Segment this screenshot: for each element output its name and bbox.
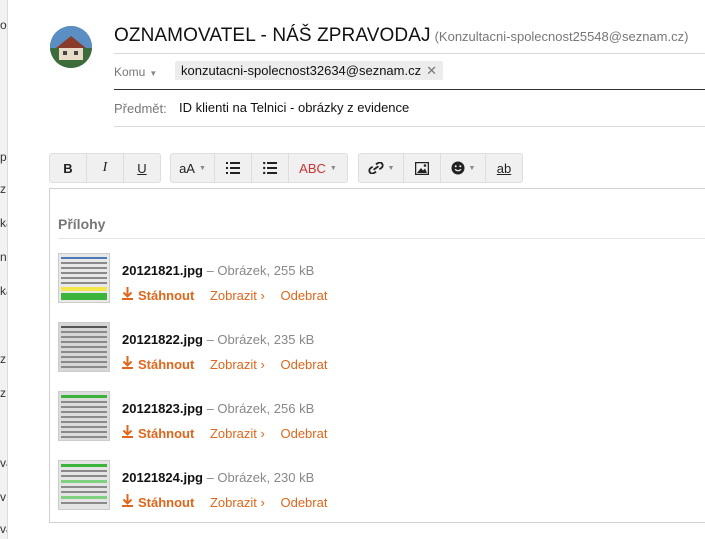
download-icon — [122, 356, 134, 372]
attachment-meta: – Obrázek, 230 kB — [202, 470, 315, 485]
attachment-filename: 20121824.jpg — [122, 470, 203, 485]
download-icon — [122, 494, 134, 510]
attachment-thumbnail[interactable] — [58, 460, 110, 510]
insert-link-dropdown[interactable]: ▼ — [359, 154, 404, 182]
attachment-actions: Stáhnout Zobrazit › Odebrat — [122, 287, 327, 303]
chevron-down-icon: ▼ — [329, 164, 337, 172]
sender-name: OZNAMOVATEL - NÁŠ ZPRAVODAJ — [114, 25, 431, 46]
sidebar-fragment[interactable]: va — [0, 456, 7, 470]
attachment-item: 20121824.jpg – Obrázek, 230 kB Stáhnout … — [58, 460, 678, 510]
download-label: Stáhnout — [138, 288, 195, 303]
bullet-list-icon — [263, 162, 277, 174]
download-icon — [122, 425, 134, 441]
show-link[interactable]: Zobrazit › — [210, 495, 265, 510]
sender-avatar — [50, 26, 92, 68]
download-button[interactable]: Stáhnout — [122, 494, 195, 510]
sidebar-fragment[interactable]: na — [0, 250, 7, 264]
italic-button[interactable]: I — [87, 154, 124, 182]
insert-group: ▼ ▼ ab — [358, 153, 523, 183]
chevron-down-icon: ▼ — [149, 69, 158, 78]
download-label: Stáhnout — [138, 357, 195, 372]
download-button[interactable]: Stáhnout — [122, 356, 195, 372]
remove-link[interactable]: Odebrat — [280, 495, 327, 510]
sidebar-fragment[interactable]: or — [0, 18, 7, 32]
sidebar-fragment[interactable]: z — [0, 352, 6, 366]
sidebar-fragment[interactable]: ka — [0, 284, 7, 298]
format-group: aA ▼ ABC ▼ — [170, 153, 348, 183]
close-icon[interactable]: ✕ — [426, 63, 437, 78]
spellcheck-dropdown[interactable]: ABC ▼ — [289, 154, 347, 182]
attachment-meta: – Obrázek, 235 kB — [202, 332, 315, 347]
attachment-name: 20121822.jpg – Obrázek, 235 kB — [122, 332, 314, 347]
attachment-thumbnail[interactable] — [58, 253, 110, 303]
divider — [114, 126, 705, 127]
download-icon — [122, 287, 134, 303]
attachment-meta: – Obrázek, 255 kB — [202, 263, 315, 278]
sidebar-fragment[interactable]: ka — [0, 216, 7, 230]
link-icon — [367, 162, 384, 174]
spellcheck-label: ABC — [299, 160, 326, 176]
font-size-label: aA — [179, 160, 195, 176]
subject-input[interactable]: ID klienti na Telnici - obrázky z eviden… — [179, 100, 409, 115]
download-button[interactable]: Stáhnout — [122, 425, 195, 441]
recipient-field-underline — [114, 89, 705, 90]
attachment-thumbnail[interactable] — [58, 322, 110, 372]
attachment-meta: – Obrázek, 256 kB — [202, 401, 315, 416]
attachment-filename: 20121822.jpg — [122, 332, 203, 347]
show-link[interactable]: Zobrazit › — [210, 288, 265, 303]
divider — [114, 53, 705, 54]
komu-dropdown[interactable]: Komu ▼ — [114, 65, 157, 79]
sidebar-fragment[interactable]: v — [0, 490, 6, 504]
attachment-thumbnail[interactable] — [58, 391, 110, 441]
attachment-item: 20121821.jpg – Obrázek, 255 kB Stáhnout … — [58, 253, 678, 303]
sidebar-fragment[interactable]: z — [0, 386, 6, 400]
download-label: Stáhnout — [138, 495, 195, 510]
download-button[interactable]: Stáhnout — [122, 287, 195, 303]
attachment-name: 20121821.jpg – Obrázek, 255 kB — [122, 263, 314, 278]
attachments-heading: Přílohy — [58, 216, 106, 232]
attachment-actions: Stáhnout Zobrazit › Odebrat — [122, 425, 327, 441]
attachment-actions: Stáhnout Zobrazit › Odebrat — [122, 356, 327, 372]
attachment-item: 20121822.jpg – Obrázek, 235 kB Stáhnout … — [58, 322, 678, 372]
download-label: Stáhnout — [138, 426, 195, 441]
remove-link[interactable]: Odebrat — [280, 288, 327, 303]
bullet-list-button[interactable] — [252, 154, 289, 182]
remove-link[interactable]: Odebrat — [280, 426, 327, 441]
underline-button[interactable]: U — [124, 154, 160, 182]
bold-button[interactable]: B — [50, 154, 87, 182]
sender-email: (Konzultacni-spolecnost25548@seznam.cz) — [434, 29, 689, 44]
folder-sidebar: or p z ka na ka z z va v va — [0, 0, 8, 539]
attachment-filename: 20121823.jpg — [122, 401, 203, 416]
numbered-list-button[interactable] — [215, 154, 252, 182]
show-link[interactable]: Zobrazit › — [210, 357, 265, 372]
subject-label: Předmět: — [114, 101, 167, 116]
sidebar-fragment[interactable]: va — [0, 522, 7, 536]
komu-label: Komu — [114, 65, 146, 79]
image-icon — [415, 161, 429, 175]
recipient-chip[interactable]: konzutacni-spolecnost32634@seznam.cz ✕ — [175, 61, 444, 80]
divider — [58, 238, 705, 239]
smiley-icon — [451, 161, 465, 175]
attachment-item: 20121823.jpg – Obrázek, 256 kB Stáhnout … — [58, 391, 678, 441]
show-link[interactable]: Zobrazit › — [210, 426, 265, 441]
remove-link[interactable]: Odebrat — [280, 357, 327, 372]
recipient-email: konzutacni-spolecnost32634@seznam.cz — [181, 63, 422, 78]
insert-image-button[interactable] — [404, 154, 441, 182]
house-photo-icon — [50, 26, 92, 68]
font-size-dropdown[interactable]: aA ▼ — [171, 154, 215, 182]
attachment-filename: 20121821.jpg — [122, 263, 203, 278]
sidebar-fragment[interactable]: p — [0, 150, 7, 164]
attachment-name: 20121823.jpg – Obrázek, 256 kB — [122, 401, 314, 416]
chevron-down-icon: ▼ — [198, 164, 206, 172]
emoji-dropdown[interactable]: ▼ — [441, 154, 486, 182]
clear-format-button[interactable]: ab — [486, 154, 522, 182]
attachment-actions: Stáhnout Zobrazit › Odebrat — [122, 494, 327, 510]
numbered-list-icon — [226, 162, 240, 174]
chevron-down-icon: ▼ — [387, 164, 395, 172]
text-style-group: B I U — [49, 153, 161, 183]
sidebar-fragment[interactable]: z — [0, 182, 6, 196]
attachment-name: 20121824.jpg – Obrázek, 230 kB — [122, 470, 314, 485]
sender-line: OZNAMOVATEL - NÁŠ ZPRAVODAJ (Konzultacni-… — [114, 25, 688, 47]
chevron-down-icon: ▼ — [468, 164, 476, 172]
